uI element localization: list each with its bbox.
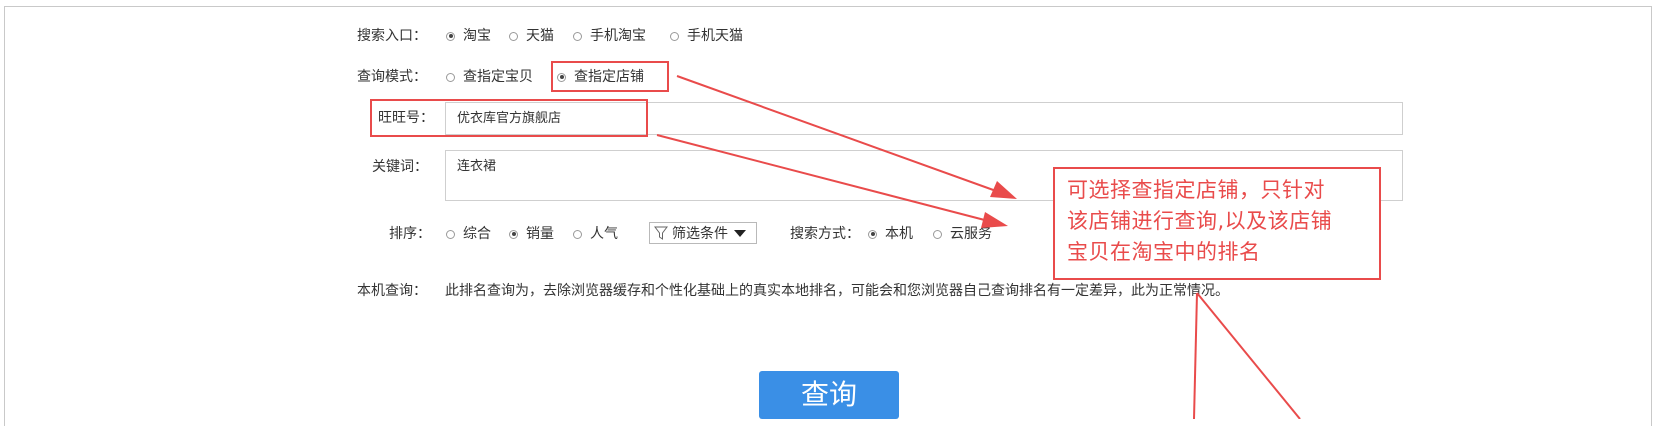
arrow-shop-to-callout bbox=[676, 75, 1011, 197]
annotation-arrows bbox=[656, 75, 1301, 419]
arrow-wangwang-to-callout bbox=[656, 134, 1001, 225]
arrowhead-icon bbox=[990, 181, 1017, 199]
arrow-down-right bbox=[1196, 292, 1301, 419]
arrowhead-icon bbox=[981, 212, 1008, 228]
arrow-down-left bbox=[1193, 292, 1198, 419]
